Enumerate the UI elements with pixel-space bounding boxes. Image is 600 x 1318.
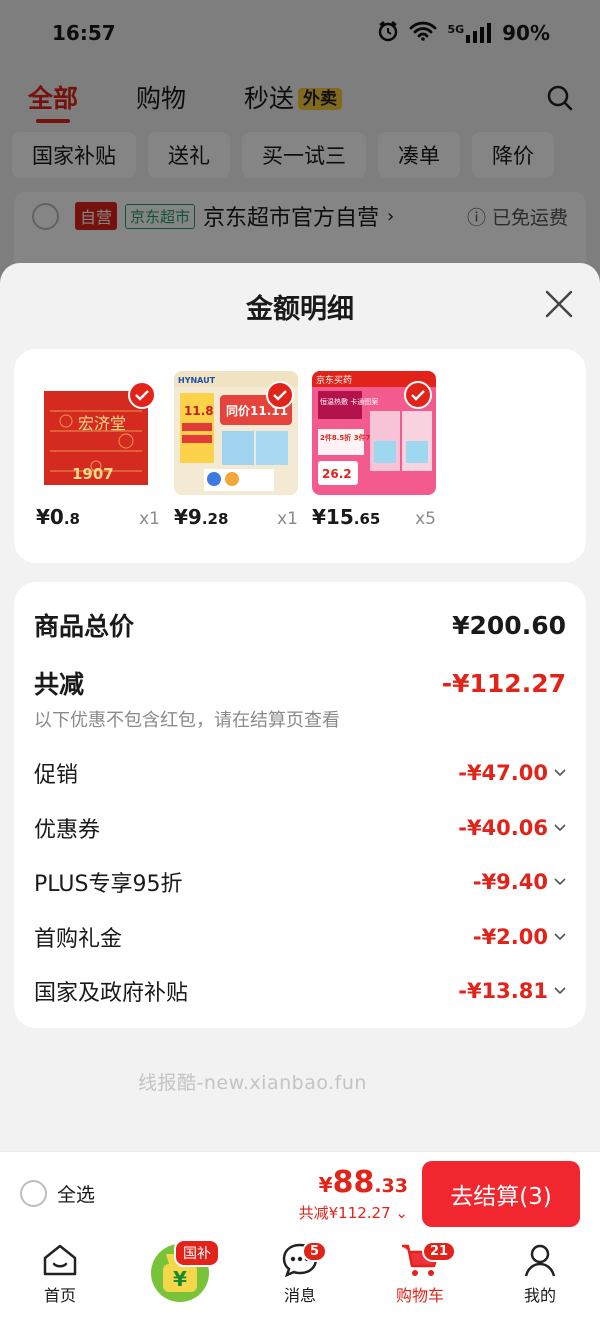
product-price-int: ¥0 xyxy=(36,505,64,529)
discount-label: 国家及政府补贴 xyxy=(34,981,189,1007)
product-image: 宏济堂 1907 xyxy=(36,371,160,495)
discount-value: -¥9.40 xyxy=(472,870,548,895)
amount-dec: .33 xyxy=(374,1174,408,1197)
product-price-int: ¥9 xyxy=(174,505,202,529)
tab-label: 首页 xyxy=(43,1286,76,1305)
close-icon[interactable] xyxy=(544,289,574,319)
p3-price-text: 26.2 xyxy=(322,467,352,481)
home-icon xyxy=(42,1240,78,1280)
watermark: 线报酷-new.xianbao.fun xyxy=(138,1072,367,1094)
p3-shop-text: 京东买药 xyxy=(316,374,352,386)
bottom-tab-bar: 首页 ¥ 国补 5 消息 21 购物车 我的 xyxy=(0,1235,600,1318)
message-count-badge: 5 xyxy=(302,1241,328,1262)
product-price-int: ¥15 xyxy=(312,505,354,529)
chevron-down-icon xyxy=(554,987,566,995)
user-icon xyxy=(522,1240,558,1280)
amount-detail-card: 商品总价 ¥200.60 共减 -¥112.27 以下优惠不包含红包，请在结算页… xyxy=(14,582,586,1028)
discount-label: 优惠券 xyxy=(34,817,101,843)
checkout-button[interactable]: 去结算(3) xyxy=(422,1160,580,1227)
checked-icon[interactable] xyxy=(128,381,156,409)
chevron-down-icon xyxy=(554,878,566,886)
checked-icon[interactable] xyxy=(404,381,432,409)
chevron-down-icon xyxy=(554,824,566,831)
p2-price-text: 11.8 xyxy=(184,404,214,418)
product-item[interactable]: HYNAUT 11.8 同价11.11 ¥9.28 x1 xyxy=(174,371,298,563)
select-all-label: 全选 xyxy=(57,1184,96,1206)
products-card: 宏济堂 1907 ¥0.8 x1 HYNAUT 11.8 同价11.11 ¥9.… xyxy=(14,349,586,563)
product-item[interactable]: 京东买药 恒温热敷 卡通图案 2件8.5折 3件7.5折 26.2 ¥15.65… xyxy=(312,371,436,563)
discount-row-plus[interactable]: PLUS专享95折 -¥9.40 xyxy=(34,855,566,910)
tab-label: 购物车 xyxy=(395,1286,444,1305)
product-price-dec: .8 xyxy=(63,510,80,528)
discount-row-promotion[interactable]: 促销 -¥47.00 xyxy=(34,746,566,801)
total-label: 商品总价 xyxy=(34,612,135,641)
select-all[interactable]: 全选 xyxy=(20,1180,95,1207)
p2-brand-text: HYNAUT xyxy=(178,376,216,385)
chevron-down-icon: ⌄ xyxy=(395,1203,408,1222)
discount-label: PLUS专享95折 xyxy=(34,872,183,898)
checked-icon[interactable] xyxy=(266,381,294,409)
discount-row-first-purchase[interactable]: 首购礼金 -¥2.00 xyxy=(34,910,566,965)
checkout-summary: ¥88.33 共减¥112.27 ⌄ xyxy=(299,1165,408,1223)
discount-row-subsidy[interactable]: 国家及政府补贴 -¥13.81 xyxy=(34,964,566,1019)
tab-cart[interactable]: 21 购物车 xyxy=(360,1235,480,1318)
product-qty: x1 xyxy=(139,509,160,529)
p3-promo-text: 恒温热敷 卡通图案 xyxy=(320,397,378,406)
amount-int: 88 xyxy=(332,1164,375,1200)
svg-text:¥: ¥ xyxy=(173,1267,187,1291)
chevron-down-icon xyxy=(554,933,566,940)
reduce-value: -¥112.27 xyxy=(441,668,566,698)
product-image: HYNAUT 11.8 同价11.11 xyxy=(174,371,298,495)
product-image: 京东买药 恒温热敷 卡通图案 2件8.5折 3件7.5折 26.2 xyxy=(312,371,436,495)
tab-messages[interactable]: 5 消息 xyxy=(240,1235,360,1318)
reduce-label: 共减 xyxy=(34,670,85,699)
select-all-checkbox[interactable] xyxy=(20,1180,47,1207)
p1-year-text: 1907 xyxy=(72,465,114,483)
tab-label: 我的 xyxy=(523,1286,556,1305)
discount-note: 以下优惠不包含红包，请在结算页查看 xyxy=(34,710,340,731)
subsidy-badge: 国补 xyxy=(174,1239,220,1267)
total-value: ¥200.60 xyxy=(452,610,566,640)
discount-value: -¥2.00 xyxy=(472,924,548,949)
tab-home[interactable]: 首页 xyxy=(0,1235,120,1318)
product-price-dec: .28 xyxy=(201,510,229,528)
discount-label: 首购礼金 xyxy=(34,926,123,952)
discount-label: 促销 xyxy=(34,763,79,789)
chevron-down-icon xyxy=(554,769,566,777)
product-qty: x1 xyxy=(277,509,298,529)
saved-label: 共减¥112.27 xyxy=(298,1203,391,1222)
product-qty: x5 xyxy=(415,509,436,529)
saved-amount[interactable]: 共减¥112.27 ⌄ xyxy=(299,1202,408,1223)
product-item[interactable]: 宏济堂 1907 ¥0.8 x1 xyxy=(36,371,160,563)
product-price-dec: .65 xyxy=(353,510,381,528)
tab-label: 消息 xyxy=(283,1286,316,1305)
sheet-title: 金额明细 xyxy=(246,293,354,325)
discount-row-coupon[interactable]: 优惠券 -¥40.06 xyxy=(34,801,566,856)
checkout-bar: 全选 ¥88.33 共减¥112.27 ⌄ 去结算(3) xyxy=(0,1151,600,1235)
currency-symbol: ¥ xyxy=(318,1172,333,1197)
tab-me[interactable]: 我的 xyxy=(480,1235,600,1318)
discount-value: -¥47.00 xyxy=(458,761,548,786)
discount-value: -¥13.81 xyxy=(458,979,548,1004)
cart-count-badge: 21 xyxy=(422,1241,457,1262)
p1-brand-text: 宏济堂 xyxy=(78,414,126,433)
tab-subsidy[interactable]: ¥ 国补 xyxy=(120,1235,240,1318)
discount-value: -¥40.06 xyxy=(458,815,548,840)
